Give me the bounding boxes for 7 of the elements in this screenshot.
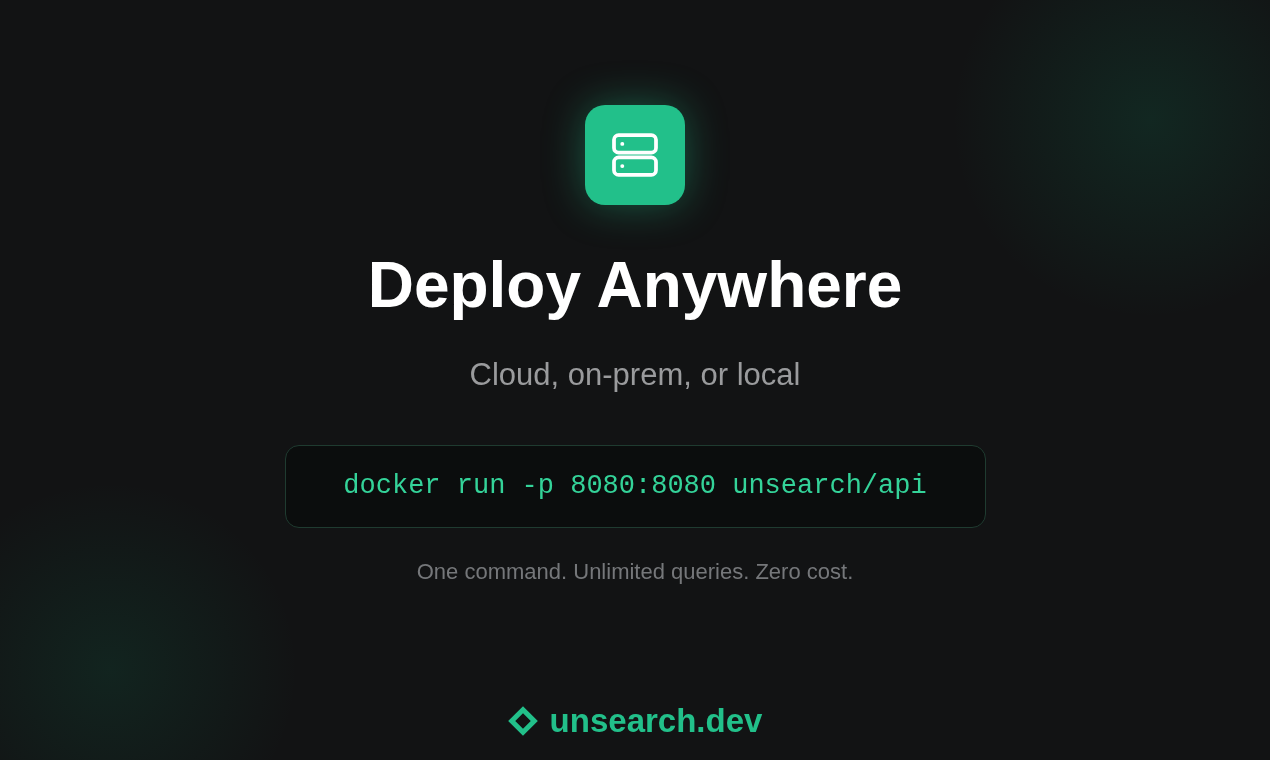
server-icon xyxy=(585,105,685,205)
subtitle: Cloud, on-prem, or local xyxy=(469,357,801,393)
tagline: One command. Unlimited queries. Zero cost. xyxy=(416,558,854,586)
command-text: docker run -p 8080:8080 unsearch/api xyxy=(343,470,927,504)
brand-name: unsearch.dev xyxy=(549,701,763,741)
page-title: Deploy Anywhere xyxy=(367,249,903,321)
diamond-icon xyxy=(507,705,538,736)
